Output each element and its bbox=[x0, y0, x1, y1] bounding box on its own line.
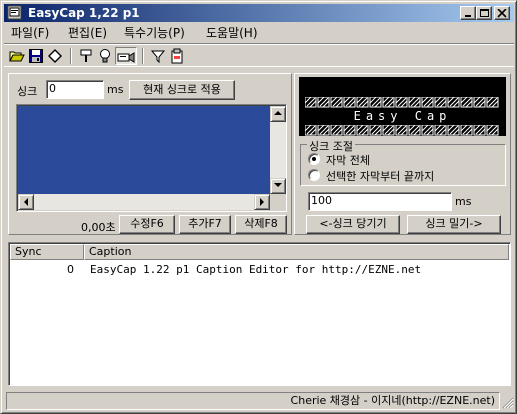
push-sync-button[interactable]: 싱크 밀기-> bbox=[407, 215, 501, 234]
add-caption-button[interactable]: 추가F7 bbox=[179, 215, 231, 234]
sync-ms-label: ms bbox=[107, 83, 124, 96]
idea-button[interactable] bbox=[96, 47, 114, 65]
clipboard-button[interactable] bbox=[168, 47, 186, 65]
scroll-left-button[interactable] bbox=[18, 194, 34, 210]
time-display: 0,00초 bbox=[81, 221, 116, 234]
scroll-up-button[interactable] bbox=[270, 106, 286, 122]
vertical-scrollbar[interactable] bbox=[270, 106, 286, 194]
arrow-right-icon bbox=[260, 198, 264, 206]
caption-editor[interactable] bbox=[16, 104, 287, 212]
save-button[interactable] bbox=[27, 47, 45, 65]
main-window: EasyCap 1,22 p1 파일(F) 편집(E) 특수기능(P) 도움말(… bbox=[0, 0, 517, 414]
video-icon bbox=[117, 52, 135, 63]
minimize-button[interactable] bbox=[460, 6, 476, 20]
diamond-button[interactable] bbox=[46, 47, 64, 65]
open-folder-icon bbox=[9, 51, 25, 62]
edit-caption-button[interactable]: 수정F6 bbox=[119, 215, 175, 234]
arrow-up-icon bbox=[274, 111, 282, 115]
sync-input[interactable]: 0 bbox=[46, 80, 104, 99]
open-button[interactable] bbox=[8, 47, 26, 65]
apply-current-sync-button[interactable]: 현재 싱크로 적용 bbox=[129, 80, 235, 100]
table-header: Sync Caption bbox=[10, 244, 509, 260]
video-button[interactable] bbox=[115, 47, 137, 65]
wrench-icon bbox=[80, 49, 92, 62]
lightbulb-icon bbox=[100, 49, 110, 63]
radio-from-selected-label[interactable]: 선택한 자막부터 끝까지 bbox=[326, 168, 434, 184]
save-icon bbox=[29, 49, 43, 63]
close-icon bbox=[497, 9, 507, 18]
toolbar bbox=[4, 43, 514, 67]
menu-special[interactable]: 특수기능(P) bbox=[122, 25, 187, 41]
app-icon[interactable] bbox=[7, 5, 23, 21]
maximize-icon bbox=[480, 9, 489, 17]
clipboard-icon bbox=[171, 48, 183, 64]
row-sync-cell: 0 bbox=[67, 263, 74, 276]
column-header-sync[interactable]: Sync bbox=[10, 244, 84, 260]
offset-ms-label: ms bbox=[455, 195, 472, 208]
row-caption-cell: EasyCap 1.22 p1 Caption Editor for http:… bbox=[90, 263, 422, 276]
preview-display: Easy Cap bbox=[299, 77, 506, 136]
sync-edit-panel: 싱크 0 ms 현재 싱크로 적용 0,00초 수정F6 추가F7 삭제F8 bbox=[8, 73, 292, 235]
radio-from-selected[interactable] bbox=[308, 169, 320, 181]
status-bar: Cherie 채경삼 - 이지네(http://EZNE.net) bbox=[4, 391, 514, 411]
sync-adjust-panel: Easy Cap 싱크 조절 자막 전체 선택한 자막부터 끝까지 100 ms… bbox=[294, 73, 511, 235]
minimize-icon bbox=[465, 15, 471, 17]
column-header-caption[interactable]: Caption bbox=[84, 244, 509, 260]
delete-caption-button[interactable]: 삭제F8 bbox=[235, 215, 287, 234]
filter-icon bbox=[150, 50, 166, 64]
menu-file[interactable]: 파일(F) bbox=[9, 25, 51, 41]
menu-bar: 파일(F) 편집(E) 특수기능(P) 도움말(H) bbox=[4, 23, 514, 42]
sync-offset-input[interactable]: 100 bbox=[308, 192, 452, 211]
pull-sync-button[interactable]: <-싱크 당기기 bbox=[306, 215, 400, 234]
diamond-icon bbox=[48, 49, 62, 63]
status-text: Cherie 채경삼 - 이지네(http://EZNE.net) bbox=[6, 392, 500, 410]
maximize-button[interactable] bbox=[476, 6, 492, 20]
close-button[interactable] bbox=[494, 6, 510, 20]
arrow-down-icon bbox=[274, 183, 282, 187]
filter-button[interactable] bbox=[149, 47, 167, 65]
arrow-left-icon bbox=[24, 198, 28, 206]
scroll-down-button[interactable] bbox=[270, 178, 286, 194]
title-bar[interactable]: EasyCap 1,22 p1 bbox=[4, 4, 514, 22]
preview-title: Easy Cap bbox=[353, 109, 452, 123]
caption-table[interactable]: Sync Caption 0 EasyCap 1.22 p1 Caption E… bbox=[8, 242, 511, 386]
horizontal-scrollbar[interactable] bbox=[18, 194, 270, 210]
tools-button[interactable] bbox=[77, 47, 95, 65]
menu-help[interactable]: 도움말(H) bbox=[204, 25, 260, 41]
window-title: EasyCap 1,22 p1 bbox=[28, 6, 140, 20]
table-row[interactable]: 0 EasyCap 1.22 p1 Caption Editor for htt… bbox=[10, 262, 509, 278]
sync-label: 싱크 bbox=[17, 85, 38, 98]
preview-pattern-bottom bbox=[304, 124, 499, 136]
radio-all-captions[interactable] bbox=[308, 153, 320, 165]
resize-grip-icon[interactable] bbox=[502, 397, 514, 409]
caption-text-area[interactable] bbox=[18, 106, 270, 194]
radio-all-captions-label[interactable]: 자막 전체 bbox=[326, 152, 370, 168]
scroll-right-button[interactable] bbox=[254, 194, 270, 210]
preview-pattern-top bbox=[304, 96, 499, 108]
menu-edit[interactable]: 편집(E) bbox=[66, 25, 109, 41]
